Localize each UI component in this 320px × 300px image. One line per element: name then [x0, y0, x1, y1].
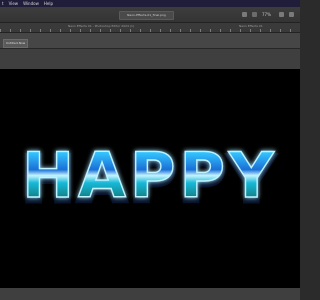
menu-item-partial[interactable]: t — [2, 0, 4, 7]
artboard[interactable]: HAPPY HAPPY — [0, 69, 300, 288]
menu-item-window[interactable]: Window — [23, 0, 39, 7]
share-icon[interactable] — [279, 12, 284, 17]
ruler-ticks — [0, 29, 300, 32]
zoom-level[interactable]: 77% — [262, 12, 271, 17]
headline-text: HAPPY — [22, 139, 278, 212]
toolbar: Neon-Effects-01_final.png 77% — [0, 7, 300, 23]
ruler-left-label: Neon Effects 01 - Photoshop Editor 2024 … — [68, 24, 135, 28]
layers-icon[interactable] — [242, 12, 247, 17]
settings-icon[interactable] — [289, 12, 294, 17]
workspace: HAPPY HAPPY — [0, 49, 300, 300]
ruler-right-label: Neon Effects 01 — [239, 24, 263, 28]
canvas-tab[interactable]: Untitled-Now — [3, 39, 28, 48]
canvas-options-bar: Untitled-Now — [0, 33, 300, 49]
menu-bar: t View Window Help — [0, 0, 300, 7]
headline-artwork: HAPPY HAPPY — [20, 138, 278, 218]
menu-item-help[interactable]: Help — [44, 0, 53, 7]
menu-item-view[interactable]: View — [9, 0, 19, 7]
frame-icon[interactable] — [252, 12, 257, 17]
document-title-field[interactable]: Neon-Effects-01_final.png — [119, 11, 174, 20]
horizontal-ruler: Neon Effects 01 - Photoshop Editor 2024 … — [0, 23, 300, 33]
